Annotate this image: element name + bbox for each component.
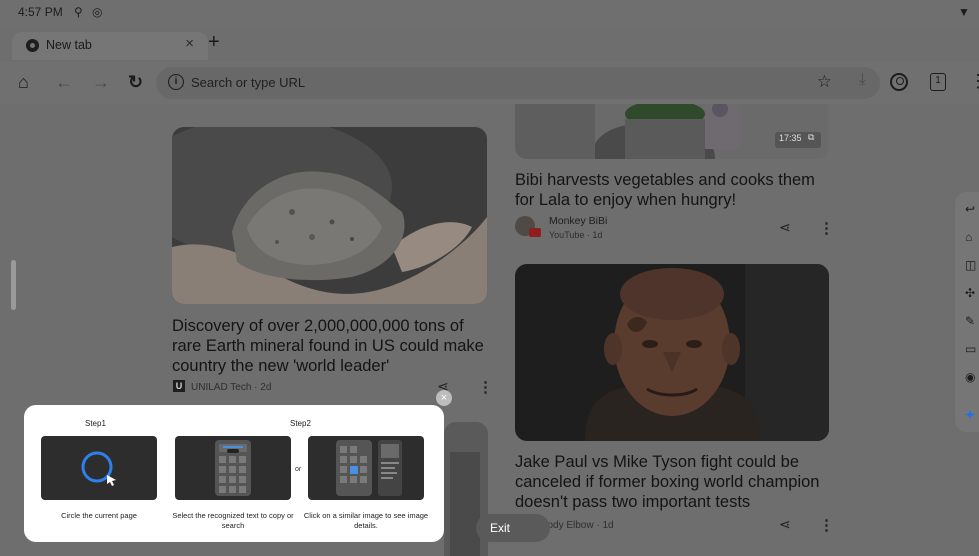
apps-icon[interactable]: ✣ — [965, 286, 975, 300]
scroll-handle[interactable] — [11, 260, 16, 310]
step2-text-caption: Select the recognized text to copy or se… — [172, 511, 294, 530]
record-icon[interactable]: ◉ — [965, 370, 975, 384]
share-icon[interactable]: ⋖ — [779, 219, 791, 236]
circle-to-search-tutorial: Step1 Step2 or Circle the current page S… — [24, 405, 444, 542]
article-headline[interactable]: Jake Paul vs Mike Tyson fight could be c… — [515, 452, 835, 512]
wifi-icon: ▼ — [958, 5, 970, 19]
article-source: UNILAD Tech · 2d — [191, 382, 272, 393]
article-more-icon[interactable]: ⋮ — [819, 516, 834, 534]
account-icon[interactable] — [890, 73, 908, 91]
reload-icon[interactable]: ↻ — [128, 71, 143, 93]
video-thumbnail[interactable]: 17:35 ⧉ — [515, 104, 829, 159]
status-time: 4:57 PM — [18, 5, 63, 19]
omnibox[interactable]: i Search or type URL ☆ ⤓ — [156, 67, 880, 99]
home-icon[interactable]: ⌂ — [965, 230, 972, 244]
bookmark-star-icon[interactable]: ☆ — [817, 72, 832, 92]
tab-switcher-button[interactable]: 1 — [930, 73, 946, 91]
tab-strip: New tab × + — [0, 28, 979, 62]
close-tutorial-button[interactable]: × — [436, 390, 452, 406]
article-image-rock[interactable] — [172, 127, 487, 304]
external-link-icon: ⧉ — [808, 132, 815, 142]
more-menu-icon[interactable]: ⋮ — [969, 71, 979, 92]
channel-name: Monkey BiBi — [549, 215, 608, 227]
article-headline[interactable]: Discovery of over 2,000,000,000 tons of … — [172, 316, 492, 376]
article-source: YouTube · 1d — [549, 230, 603, 240]
edge-panel[interactable]: ↩ ⌂ ◫ ✣ ✎ ▭ ◉ ✦ — [955, 192, 979, 432]
step1-label: Step1 — [85, 419, 106, 428]
or-label: or — [295, 466, 302, 473]
step2-label: Step2 — [290, 419, 311, 428]
chrome-icon — [26, 39, 39, 52]
tab-title: New tab — [46, 38, 92, 52]
video-duration: 17:35 — [779, 133, 802, 143]
step2-image-illustration — [308, 436, 424, 500]
sync-icon: ◎ — [92, 5, 103, 19]
step2-image-caption: Click on a similar image to see image de… — [303, 511, 429, 530]
home-icon[interactable]: ⌂ — [18, 71, 29, 93]
omnibox-placeholder: Search or type URL — [191, 75, 306, 90]
step2-text-illustration — [175, 436, 291, 500]
screenshot-icon[interactable]: ▭ — [965, 342, 976, 356]
info-icon[interactable]: i — [168, 74, 184, 90]
article-image-portrait[interactable] — [515, 264, 829, 441]
step1-caption: Circle the current page — [61, 511, 137, 520]
forward-icon[interactable]: → — [92, 71, 110, 93]
step1-illustration — [41, 436, 157, 500]
article-more-icon[interactable]: ⋮ — [819, 219, 834, 237]
toolbar: ⌂ ← → ↻ i Search or type URL ☆ ⤓ 1 ⋮ — [0, 62, 979, 104]
layers-icon[interactable]: ◫ — [965, 258, 976, 272]
back-icon[interactable]: ← — [55, 71, 73, 93]
close-tab-icon[interactable]: × — [185, 35, 194, 52]
exit-button[interactable]: Exit — [476, 514, 550, 542]
exit-label: Exit — [490, 521, 511, 535]
article-more-icon[interactable]: ⋮ — [478, 378, 493, 396]
share-back-icon[interactable]: ↩ — [965, 202, 975, 216]
usb-icon: ⚲ — [74, 5, 83, 19]
download-icon[interactable]: ⤓ — [859, 71, 866, 89]
article-headline[interactable]: Bibi harvests vegetables and cooks them … — [515, 170, 835, 210]
tab-new-tab[interactable]: New tab × — [12, 32, 208, 60]
new-tab-button[interactable]: + — [208, 31, 220, 54]
share-icon[interactable]: ⋖ — [779, 516, 791, 533]
status-bar: 4:57 PM ⚲ ◎ ▼ — [0, 0, 979, 28]
pencil-icon[interactable]: ✎ — [965, 314, 975, 328]
ai-icon[interactable]: ✦ — [965, 408, 975, 422]
youtube-icon — [529, 228, 541, 237]
source-logo: U — [173, 380, 185, 392]
